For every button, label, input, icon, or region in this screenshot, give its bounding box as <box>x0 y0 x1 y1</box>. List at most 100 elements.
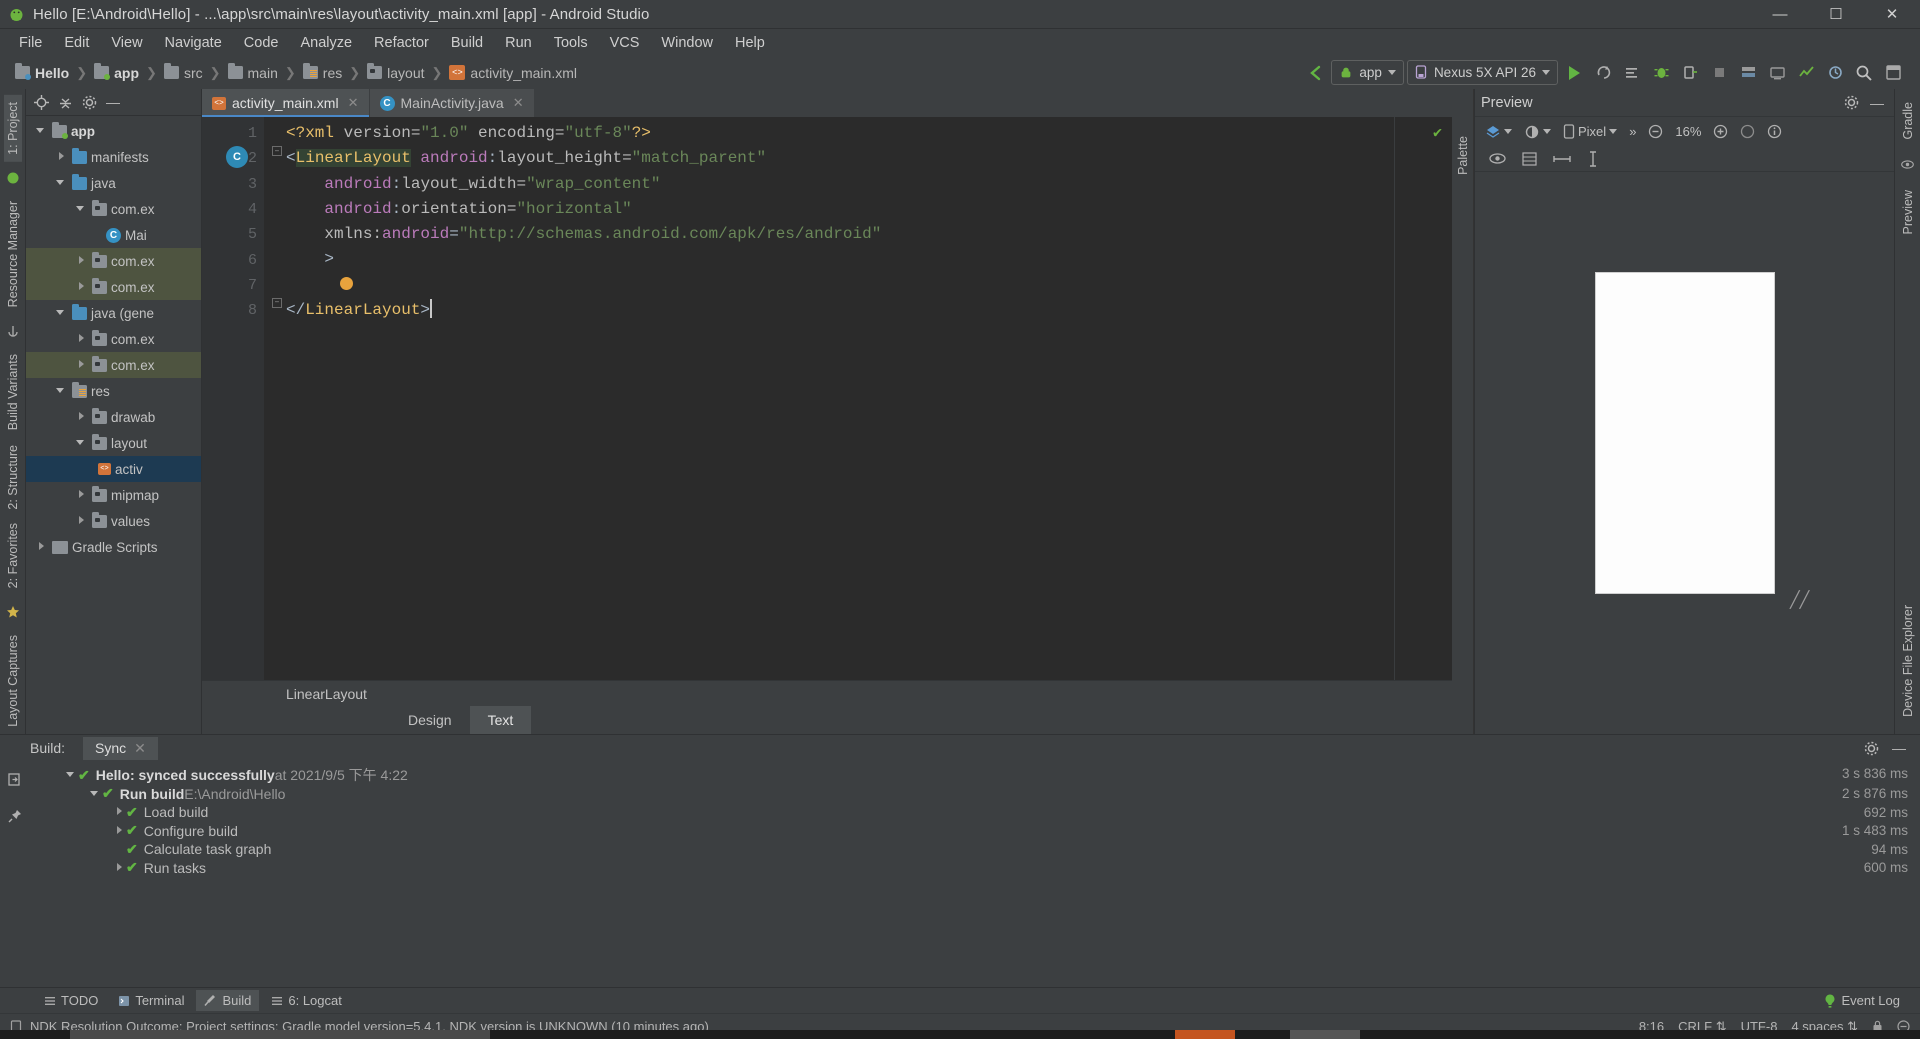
pin-icon[interactable] <box>4 805 26 827</box>
sidebar-item-build-variants[interactable]: Build Variants <box>4 347 22 437</box>
debug-icon[interactable] <box>1648 60 1674 86</box>
breadcrumb-item-layout[interactable]: layout <box>364 63 427 81</box>
build-row-run-tasks[interactable]: ✔ Run tasks 600 ms <box>30 859 1920 878</box>
layout-inspector-icon[interactable] <box>1880 60 1906 86</box>
tree-item-java[interactable]: java <box>26 170 201 196</box>
menu-code[interactable]: Code <box>233 32 290 54</box>
menu-tools[interactable]: Tools <box>543 32 599 54</box>
tree-item-com-ex-4[interactable]: com.ex <box>26 326 201 352</box>
menu-vcs[interactable]: VCS <box>599 32 651 54</box>
gutter-run-marker-icon[interactable]: C <box>226 146 248 168</box>
inspection-status-icon[interactable]: ✔ <box>1433 123 1442 142</box>
theme-button[interactable] <box>1520 122 1555 142</box>
sidebar-item-device-file-explorer[interactable]: Device File Explorer <box>1899 598 1917 724</box>
chevron-down-icon[interactable] <box>76 203 88 215</box>
gear-icon[interactable] <box>78 91 100 113</box>
breadcrumb-item-activity-main-xml[interactable]: <> activity_main.xml <box>446 65 580 81</box>
menu-build[interactable]: Build <box>440 32 494 54</box>
tree-item-res[interactable]: res <box>26 378 201 404</box>
run-configuration-selector[interactable]: app <box>1331 60 1404 85</box>
chevron-right-icon[interactable] <box>76 489 88 501</box>
fold-marker-icon[interactable]: – <box>272 146 282 157</box>
chevron-right-icon[interactable] <box>114 806 126 818</box>
taskbar-item-active[interactable] <box>1175 1030 1235 1039</box>
run-icon[interactable] <box>1561 60 1587 86</box>
resize-grip-icon[interactable]: ╱╱ <box>1790 590 1809 610</box>
chevron-right-icon[interactable] <box>36 541 48 553</box>
hide-panel-icon[interactable]: — <box>1866 92 1888 114</box>
vertical-constraint-icon[interactable] <box>1583 149 1603 169</box>
device-button[interactable]: Pixel <box>1559 122 1621 141</box>
tree-item-layout[interactable]: layout <box>26 430 201 456</box>
preview-canvas[interactable]: ╱╱ <box>1475 172 1894 734</box>
sidebar-item-structure[interactable]: 2: Structure <box>4 438 22 517</box>
tab-mainactivity-java[interactable]: C MainActivity.java ✕ <box>369 89 535 117</box>
build-row-calculate-task-graph[interactable]: ✔ Calculate task graph 94 ms <box>30 840 1920 859</box>
breadcrumb-item-main[interactable]: main <box>225 63 281 81</box>
build-row-run-build[interactable]: ✔ Run build E:\Android\Hello 2 s 876 ms <box>30 785 1920 804</box>
close-button[interactable]: ✕ <box>1864 0 1920 29</box>
profiler-icon[interactable] <box>1793 60 1819 86</box>
locate-icon[interactable] <box>30 91 52 113</box>
menu-refactor[interactable]: Refactor <box>363 32 440 54</box>
chevron-right-icon[interactable] <box>76 515 88 527</box>
tree-item-com-ex-1[interactable]: com.ex <box>26 196 201 222</box>
breadcrumb-item-hello[interactable]: Hello <box>12 63 72 81</box>
event-log-button[interactable]: Event Log <box>1816 990 1908 1011</box>
expand-icon[interactable] <box>4 769 26 791</box>
menu-window[interactable]: Window <box>650 32 724 54</box>
breadcrumb-item-src[interactable]: src <box>161 63 206 81</box>
zoom-out-icon[interactable] <box>1644 122 1667 141</box>
eye-icon[interactable] <box>1485 150 1510 167</box>
tree-item-java-generated[interactable]: java (gene <box>26 300 201 326</box>
menu-edit[interactable]: Edit <box>53 32 100 54</box>
sidebar-item-preview[interactable]: Preview <box>1899 183 1917 241</box>
stop-icon[interactable] <box>1706 60 1732 86</box>
menu-analyze[interactable]: Analyze <box>289 32 363 54</box>
tab-design[interactable]: Design <box>390 706 470 734</box>
bottom-tab-terminal[interactable]: Terminal <box>110 990 192 1011</box>
blueprint-icon[interactable] <box>1518 150 1541 168</box>
chevron-down-icon[interactable] <box>56 177 68 189</box>
chevron-right-icon[interactable] <box>114 825 126 837</box>
tree-item-drawable[interactable]: drawab <box>26 404 201 430</box>
chevron-right-icon[interactable] <box>56 151 68 163</box>
zoom-fit-icon[interactable] <box>1736 122 1759 141</box>
chevron-down-icon[interactable] <box>90 788 102 800</box>
sidebar-item-resource-manager[interactable]: Resource Manager <box>4 194 22 314</box>
build-row-synced[interactable]: ✔ Hello: synced successfully at 2021/9/5… <box>30 766 1920 785</box>
chevron-right-icon[interactable] <box>76 333 88 345</box>
fold-marker-icon[interactable]: – <box>272 297 282 309</box>
device-selector[interactable]: Nexus 5X API 26 <box>1406 60 1558 85</box>
overflow-button[interactable]: » <box>1625 122 1640 141</box>
menu-navigate[interactable]: Navigate <box>154 32 233 54</box>
chevron-down-icon[interactable] <box>56 307 68 319</box>
build-row-configure-build[interactable]: ✔ Configure build 1 s 483 ms <box>30 822 1920 841</box>
back-arrow-icon[interactable] <box>1302 60 1328 86</box>
close-icon[interactable]: ✕ <box>513 95 524 111</box>
chevron-right-icon[interactable] <box>114 862 126 874</box>
chevron-down-icon[interactable] <box>76 437 88 449</box>
bottom-tab-logcat[interactable]: 6: Logcat <box>263 990 350 1011</box>
sync-gradle-icon[interactable] <box>1822 60 1848 86</box>
sidebar-item-palette[interactable]: Palette <box>1454 129 1472 182</box>
apply-code-changes-icon[interactable] <box>1619 60 1645 86</box>
chevron-right-icon[interactable] <box>76 281 88 293</box>
collapse-all-icon[interactable] <box>54 91 76 113</box>
tree-item-com-ex-2[interactable]: com.ex <box>26 248 201 274</box>
info-icon[interactable] <box>1763 122 1786 141</box>
layers-button[interactable] <box>1481 122 1516 142</box>
sidebar-item-favorites[interactable]: 2: Favorites <box>4 516 22 595</box>
tree-item-com-ex-5[interactable]: com.ex <box>26 352 201 378</box>
breadcrumb-item-app[interactable]: app <box>91 63 142 81</box>
sdk-manager-icon[interactable] <box>1735 60 1761 86</box>
device-preview-surface[interactable] <box>1594 272 1775 594</box>
tree-item-gradle-scripts[interactable]: Gradle Scripts <box>26 534 201 560</box>
menu-help[interactable]: Help <box>724 32 776 54</box>
menu-run[interactable]: Run <box>494 32 543 54</box>
tree-item-com-ex-3[interactable]: com.ex <box>26 274 201 300</box>
tree-item-mainactivity[interactable]: C Mai <box>26 222 201 248</box>
chevron-down-icon[interactable] <box>66 769 78 781</box>
chevron-right-icon[interactable] <box>76 255 88 267</box>
intention-bulb-icon[interactable] <box>340 277 353 290</box>
